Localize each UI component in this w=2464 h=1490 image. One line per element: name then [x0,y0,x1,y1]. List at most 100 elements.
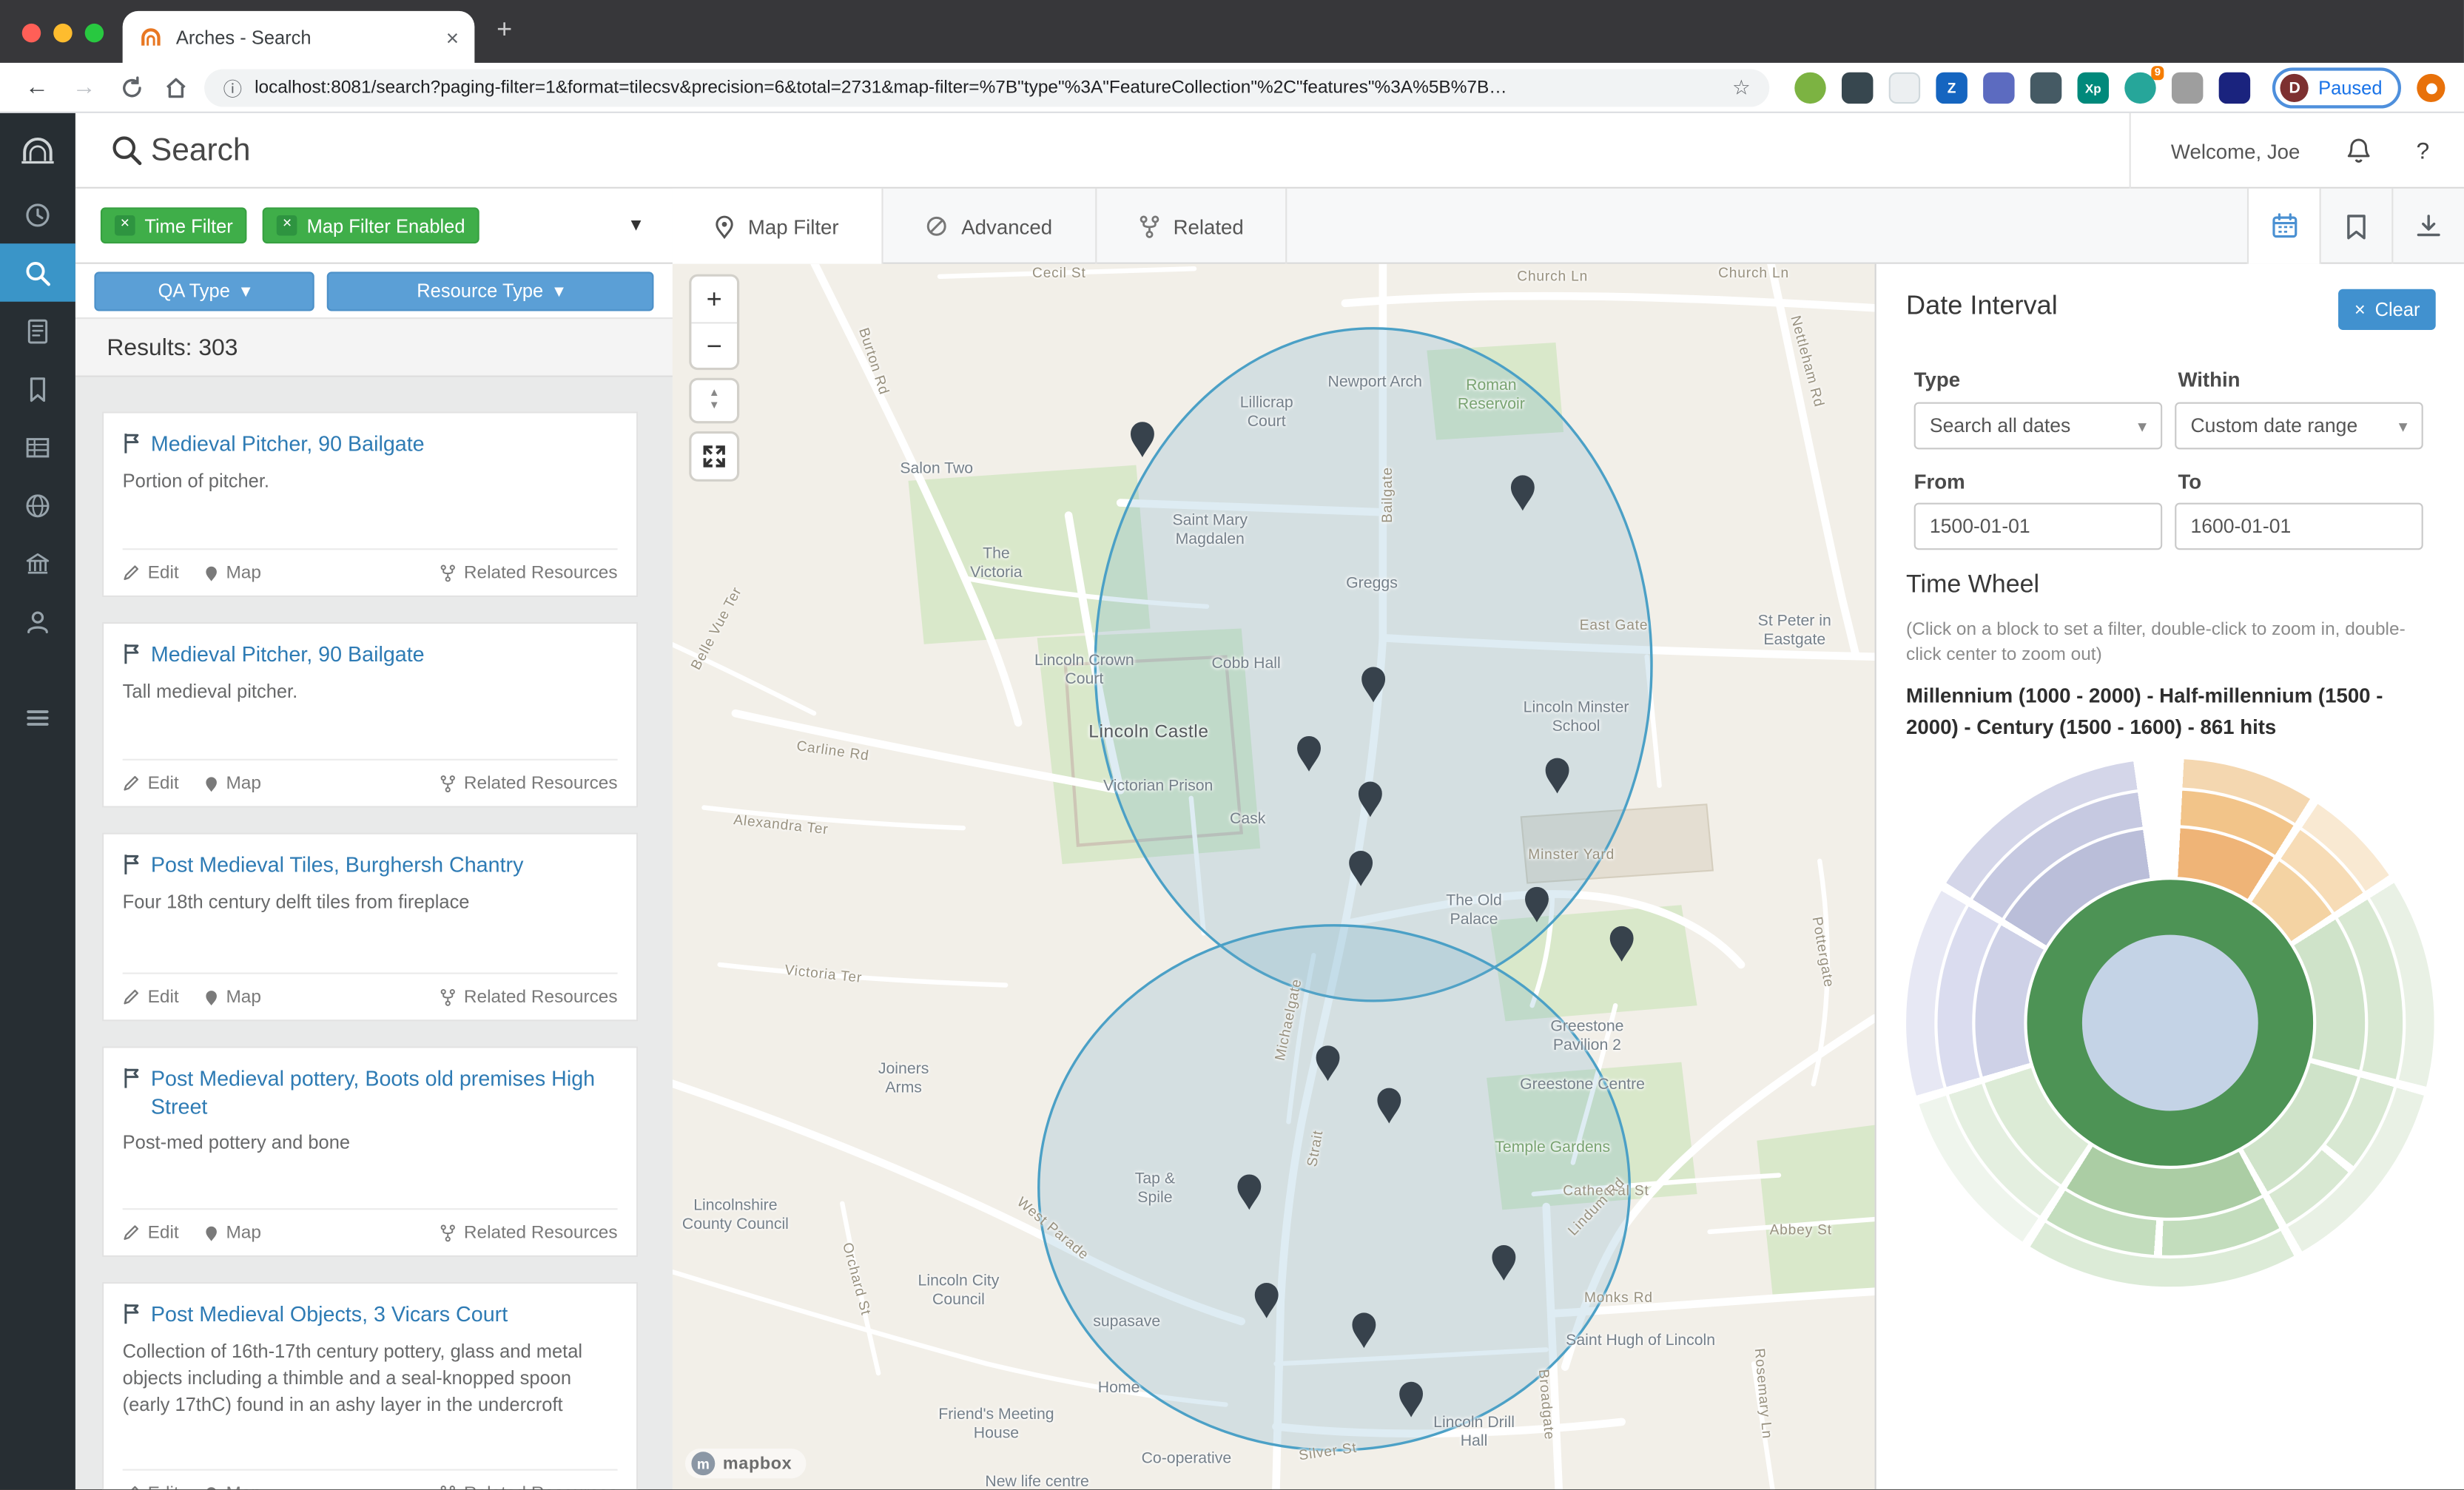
result-title-link[interactable]: Post Medieval Tiles, Burghersh Chantry [151,852,524,879]
search-input[interactable] [151,126,2084,176]
extension-icon[interactable] [1983,73,2014,104]
edit-pencil-icon [123,1224,140,1241]
home-icon[interactable] [164,75,189,101]
browser-tab[interactable]: Arches - Search × [123,11,475,63]
edit-link[interactable]: Edit [123,1484,179,1489]
map-link[interactable]: Map [204,563,261,581]
zoom-out-button[interactable]: − [691,322,737,368]
result-title-link[interactable]: Post Medieval Objects, 3 Vicars Court [151,1301,508,1328]
browser-profile-button[interactable]: D Paused [2273,67,2402,108]
time-filter-label: Time Filter [144,215,232,237]
map-pin-icon [204,774,218,792]
sidebar-item-globe[interactable] [0,476,75,534]
time-filter-chip[interactable]: × Time Filter [101,207,247,243]
address-bar[interactable]: ⓘ localhost:8081/search?paging-filter=1&… [204,69,1769,107]
export-tool-button[interactable] [2391,189,2464,264]
extension-icon[interactable] [1794,73,1825,104]
remove-filter-icon[interactable]: × [277,215,297,236]
related-resources-link[interactable]: Related Resources [440,1223,618,1241]
map-link[interactable]: Map [204,774,261,792]
tab-advanced[interactable]: Advanced [883,189,1096,264]
filters-dropdown-caret[interactable]: ▾ [631,212,642,237]
help-icon[interactable]: ? [2417,138,2430,164]
tab-related[interactable]: Related [1097,189,1288,264]
result-title-link[interactable]: Medieval Pitcher, 90 Bailgate [151,431,425,458]
map-link[interactable]: Map [204,1223,261,1241]
notifications-bell-icon[interactable] [2344,136,2372,166]
clear-date-filter-button[interactable]: × Clear [2339,289,2436,330]
back-icon[interactable]: ← [25,74,49,101]
map-pin-icon [715,215,733,238]
extension-icon[interactable]: Z [1936,73,1967,104]
extension-icon[interactable]: Xp [2078,73,2109,104]
new-tab-button[interactable]: + [496,14,512,45]
extension-icon[interactable] [1889,73,1920,104]
result-card[interactable]: Post Medieval Objects, 3 Vicars Court Co… [102,1282,638,1489]
sidebar-item-profile[interactable] [0,593,75,651]
tab-close-icon[interactable]: × [446,26,459,48]
bookmark-star-icon[interactable]: ☆ [1732,75,1751,101]
map-compass-button[interactable]: ▲ ▼ [691,380,737,421]
result-card[interactable]: Medieval Pitcher, 90 Bailgate Tall medie… [102,622,638,808]
sidebar-item-search[interactable] [0,243,75,302]
result-card[interactable]: Post Medieval Tiles, Burghersh Chantry F… [102,833,638,1022]
extension-icon[interactable] [2219,73,2250,104]
sidebar-menu-icon[interactable] [0,688,75,746]
time-wheel-center[interactable] [2082,935,2258,1111]
related-resources-link[interactable]: Related Resources [440,1484,618,1489]
forward-icon[interactable]: → [73,74,96,101]
result-title-link[interactable]: Medieval Pitcher, 90 Bailgate [151,641,425,668]
sidebar-item-reports[interactable] [0,302,75,360]
map-view[interactable]: Cecil St Church Ln Church Ln Burton Rd N… [673,264,1875,1489]
edit-link[interactable]: Edit [123,1223,179,1241]
sidebar-item-recent[interactable] [0,186,75,244]
map-link[interactable]: Map [204,988,261,1006]
related-resources-link[interactable]: Related Resources [440,988,618,1006]
edit-link[interactable]: Edit [123,988,179,1006]
saved-searches-tool-button[interactable] [2320,189,2392,264]
result-title-link[interactable]: Post Medieval pottery, Boots old premise… [151,1065,618,1121]
to-date-input[interactable] [2175,503,2423,550]
url-text[interactable]: localhost:8081/search?paging-filter=1&fo… [255,78,1720,97]
map-link[interactable]: Map [204,1484,261,1489]
date-within-select[interactable]: Custom date range ▾ [2175,402,2423,450]
zoom-in-button[interactable]: + [691,277,737,323]
sidebar-item-collections[interactable] [0,534,75,593]
mapbox-attribution[interactable]: m mapbox [685,1449,806,1478]
remove-filter-icon[interactable]: × [115,215,135,236]
map-canvas[interactable] [673,264,1875,1489]
related-label: Related Resources [464,563,618,581]
result-card[interactable]: Post Medieval pottery, Boots old premise… [102,1046,638,1257]
browser-update-icon[interactable] [2417,74,2445,102]
related-resources-link[interactable]: Related Resources [440,774,618,792]
window-zoom-button[interactable] [85,24,104,42]
sidebar-item-tables[interactable] [0,418,75,476]
welcome-text[interactable]: Welcome, Joe [2171,139,2300,163]
tab-map-filter[interactable]: Map Filter [673,189,883,264]
extension-icon[interactable]: 9 [2124,73,2155,104]
map-fullscreen-button[interactable] [691,434,737,479]
extension-icon[interactable] [1842,73,1873,104]
resource-type-filter-button[interactable]: Resource Type ▾ [327,271,654,310]
arches-favicon [138,24,164,50]
window-close-button[interactable] [22,24,41,42]
from-date-input[interactable] [1914,503,2163,550]
site-info-icon[interactable]: ⓘ [223,75,243,101]
sidebar-item-bookmarks[interactable] [0,360,75,418]
result-card[interactable]: Medieval Pitcher, 90 Bailgate Portion of… [102,411,638,597]
qa-type-filter-button[interactable]: QA Type ▾ [94,271,314,310]
search-tools-tabs: Map Filter Advanced Related [673,189,2464,264]
edit-link[interactable]: Edit [123,563,179,581]
map-filter-chip[interactable]: × Map Filter Enabled [263,207,479,243]
related-resources-link[interactable]: Related Resources [440,563,618,581]
mapbox-wordmark: mapbox [723,1454,792,1472]
time-wheel-chart[interactable] [1903,755,2437,1290]
extension-icon[interactable] [2030,73,2061,104]
edit-link[interactable]: Edit [123,774,179,792]
window-minimize-button[interactable] [53,24,72,42]
date-type-select[interactable]: Search all dates ▾ [1914,402,2163,450]
arches-logo[interactable] [0,113,75,186]
extension-icon[interactable] [2172,73,2203,104]
reload-icon[interactable] [119,75,144,101]
time-filter-tool-button[interactable] [2247,189,2320,264]
